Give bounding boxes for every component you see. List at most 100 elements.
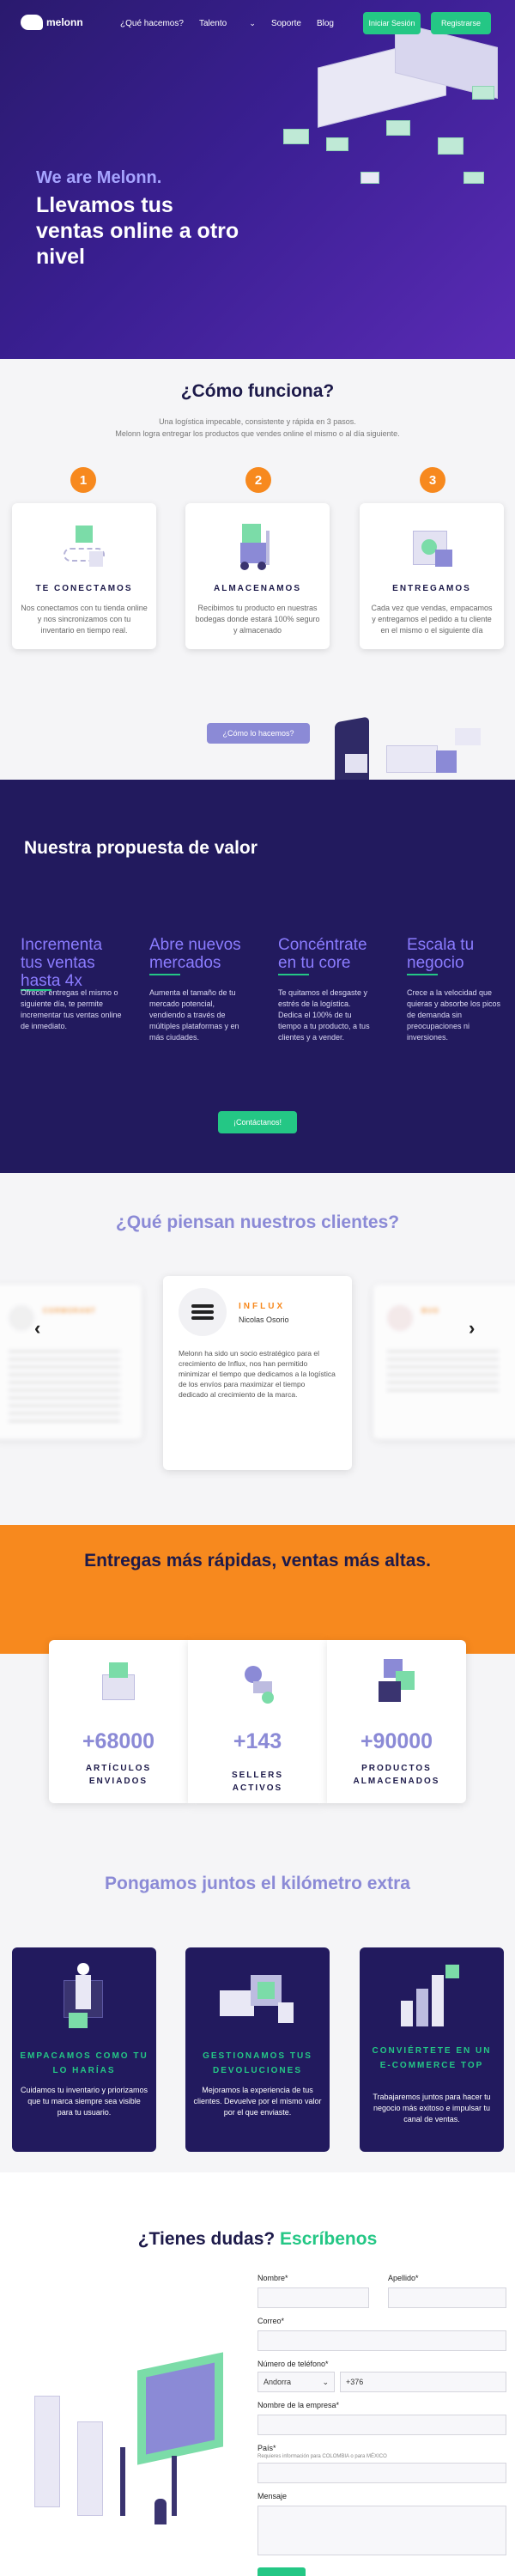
how-it-works-section: ¿Cómo funciona? Una logística impecable,…: [0, 359, 515, 792]
chevron-down-icon: ⌄: [249, 19, 256, 27]
hero-section: melonn ¿Qué hacemos? Talento ⌄ Soporte Bl…: [0, 0, 515, 359]
seller-scooter-icon: [236, 1662, 279, 1705]
left-brand: CORMORANT: [43, 1307, 96, 1315]
how-intro-2: Melonn logra entregar los productos que …: [115, 429, 400, 438]
nav-item-talento[interactable]: Talento ⌄: [199, 19, 256, 28]
how-intro-1: Una logística impecable, consistente y r…: [159, 417, 356, 426]
km-2-title: GESTIONAMOS TUS DEVOLUCIONES: [203, 2051, 312, 2075]
value-title: Nuestra propuesta de valor: [24, 838, 258, 858]
submit-button[interactable]: [258, 2567, 306, 2576]
carousel-next-arrow-icon[interactable]: ›: [469, 1317, 475, 1340]
contact-title-b: Escríbenos: [280, 2229, 378, 2249]
value-3-text: Te quitamos el desgaste y estrés de la l…: [278, 988, 370, 1042]
nav-links: ¿Qué hacemos? Talento ⌄ Soporte Blog: [120, 19, 334, 28]
phone-input[interactable]: +376: [340, 2372, 506, 2392]
hero-title: Llevamos tus ventas online a otro nivel: [36, 193, 239, 269]
influx-logo-avatar: [179, 1288, 227, 1336]
testimonial-person: Nicolas Osorio: [239, 1315, 289, 1324]
value-2-title: Abre nuevos mercados: [149, 936, 241, 972]
forklift-icon: [235, 524, 282, 570]
lastname-label: Apellido*: [388, 2274, 419, 2282]
stat-sellers-value: +143: [233, 1729, 282, 1753]
km-2-text: Mejoramos la experiencia de tus clientes…: [193, 2086, 322, 2117]
stat-products-label: PRODUCTOS ALMACENADOS: [353, 1764, 440, 1786]
nav-item-blog[interactable]: Blog: [317, 19, 334, 28]
lastname-input[interactable]: [388, 2287, 506, 2308]
chevron-down-icon: ⌄: [322, 2377, 329, 2386]
value-4-text: Crece a la velocidad que quieras y absor…: [407, 988, 501, 1042]
km-1-title: EMPACAMOS COMO TU LO HARÍAS: [20, 2051, 148, 2075]
company-input[interactable]: [258, 2415, 506, 2435]
country-label: País*: [258, 2444, 276, 2452]
step-2-text: Recibimos tu producto en nuestras bodega…: [195, 604, 320, 635]
km-title: Pongamos juntos el kilómetro extra: [105, 1874, 410, 1893]
testimonials-title: ¿Qué piensan nuestros clientes?: [115, 1212, 400, 1232]
step-3-text: Cada vez que vendas, empacamos y entrega…: [371, 604, 493, 635]
stacked-products-icon: [375, 1659, 418, 1705]
stats-section: Entregas más rápidas, ventas más altas.: [0, 1525, 515, 1654]
testimonial-brand: INFLUX: [239, 1302, 286, 1311]
km-1-text: Cuidamos tu inventario y priorizamos que…: [20, 2086, 148, 2117]
km-card-packaging: EMPACAMOS COMO TU LO HARÍAS Cuidamos tu …: [12, 1947, 156, 2152]
value-4-title: Escala tu negocio: [407, 936, 475, 972]
how-title: ¿Cómo funciona?: [180, 381, 335, 401]
km-3-title: CONVIÉRTETE EN UN E-COMMERCE TOP: [372, 2046, 492, 2070]
growth-chart-icon: [397, 1963, 466, 2032]
logo-text: melonn: [46, 16, 83, 28]
stat-products-value: +90000: [360, 1729, 433, 1753]
right-brand: BUO: [421, 1307, 439, 1315]
country-code-select[interactable]: Andorra ⌄: [258, 2372, 335, 2392]
contact-title-a: ¿Tienes dudas?: [137, 2229, 276, 2249]
km-card-returns: GESTIONAMOS TUS DEVOLUCIONES Mejoramos l…: [185, 1947, 330, 2152]
melonn-logo[interactable]: melonn: [21, 15, 83, 30]
warehouse-illustration: [258, 21, 515, 197]
testimonial-card-left: CORMORANT: [0, 1285, 142, 1439]
contact-section: ¿Tienes dudas? Escríbenos Nombre* Apelli…: [0, 2172, 515, 2576]
testimonial-quote: Melonn ha sido un socio estratégico para…: [179, 1349, 336, 1399]
hero-subtitle: We are Melonn.: [36, 168, 162, 187]
melon-logo-icon: [21, 15, 43, 30]
step-1-number: 1: [70, 467, 96, 493]
nav-item-soporte[interactable]: Soporte: [271, 19, 301, 28]
package-check-icon: [409, 524, 456, 570]
testimonial-card-right: BUO: [373, 1285, 515, 1439]
nav-item-que-hacemos[interactable]: ¿Qué hacemos?: [120, 19, 184, 28]
returns-truck-icon: [220, 1968, 297, 2028]
name-input[interactable]: [258, 2287, 369, 2308]
step-2-number: 2: [245, 467, 271, 493]
step-1-text: Nos conectamos con tu tienda online y no…: [21, 604, 148, 635]
value-3-underline: [278, 974, 309, 975]
stats-title: Entregas más rápidas, ventas más altas.: [84, 1551, 431, 1571]
top-navbar: melonn ¿Qué hacemos? Talento ⌄ Soporte Bl…: [0, 0, 515, 48]
step-2-title: ALMACENAMOS: [214, 584, 301, 593]
stat-card-sellers: +143 SELLERS ACTIVOS: [188, 1640, 327, 1803]
how-we-do-it-button[interactable]: ¿Cómo lo hacemos?: [207, 723, 310, 744]
value-1-text: Ofrecer entregas el mismo o siguiente dí…: [21, 988, 122, 1030]
stat-card-products: +90000 PRODUCTOS ALMACENADOS: [327, 1640, 466, 1803]
km-card-top-ecommerce: CONVIÉRTETE EN UN E-COMMERCE TOP Trabaja…: [360, 1947, 504, 2152]
packaging-worker-icon: [58, 1963, 110, 2032]
contact-title: ¿Tienes dudas? Escríbenos: [0, 2229, 515, 2250]
carousel-prev-arrow-icon[interactable]: ‹: [34, 1317, 40, 1340]
step-card-store: ALMACENAMOS Recibimos tu producto en nue…: [185, 503, 330, 649]
country-code-value: Andorra: [264, 2378, 292, 2386]
message-textarea[interactable]: [258, 2506, 506, 2555]
contact-illustration: [26, 2344, 232, 2542]
stat-articles-value: +68000: [82, 1729, 155, 1753]
email-label: Correo*: [258, 2317, 285, 2325]
name-label: Nombre*: [258, 2274, 288, 2282]
testimonials-section: ¿Qué piensan nuestros clientes? CORMORAN…: [0, 1173, 515, 1525]
value-2-text: Aumenta el tamaño de tu mercado potencia…: [149, 988, 239, 1042]
phone-label: Número de teléfono*: [258, 2360, 329, 2368]
login-button[interactable]: Iniciar Sesión: [363, 12, 421, 34]
register-button[interactable]: Registrarse: [431, 12, 491, 34]
email-input[interactable]: [258, 2330, 506, 2351]
stat-card-articles: +68000 ARTÍCULOS ENVIADOS: [49, 1640, 188, 1803]
country-select[interactable]: [258, 2463, 506, 2483]
connect-icon: [64, 526, 105, 568]
nav-item-talento-label: Talento: [198, 19, 227, 28]
value-2-underline: [149, 974, 180, 975]
value-4-underline: [407, 974, 438, 975]
contact-us-button[interactable]: ¡Contáctanos!: [218, 1111, 297, 1133]
box-shipping-icon: [97, 1662, 140, 1705]
